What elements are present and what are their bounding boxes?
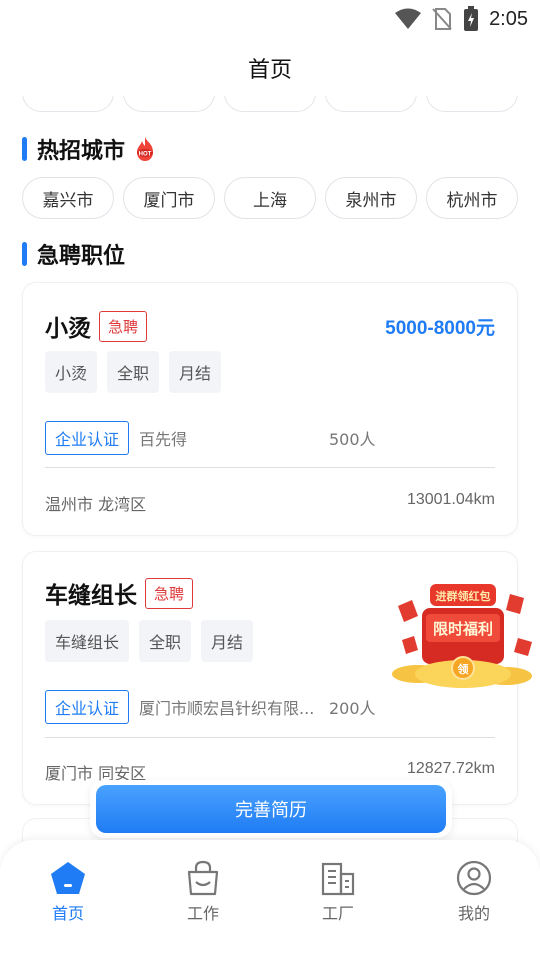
job-title: 小烫 bbox=[45, 316, 91, 342]
battery-icon bbox=[464, 6, 479, 31]
resume-button-container: 完善简历 bbox=[90, 780, 452, 838]
verified-badge: 企业认证 bbox=[45, 421, 130, 455]
card-divider bbox=[45, 737, 495, 738]
location-row: 温州市 龙湾区 13001.04km bbox=[45, 491, 495, 515]
company-name: 厦门市顺宏昌针织有限... bbox=[139, 699, 315, 718]
red-envelope-promo[interactable]: 进群领红包 限时福利 领 bbox=[388, 576, 538, 698]
city-chip[interactable]: 泉州市 bbox=[325, 177, 417, 219]
job-title: 车缝组长 bbox=[45, 583, 137, 609]
home-icon bbox=[51, 862, 85, 894]
hot-flame-icon: HOT bbox=[137, 137, 154, 161]
job-tag: 全职 bbox=[107, 351, 160, 393]
section-accent-bar bbox=[22, 137, 27, 161]
job-tag: 全职 bbox=[139, 620, 192, 662]
category-chip[interactable] bbox=[22, 96, 114, 112]
company-size: 200人 bbox=[329, 699, 376, 718]
status-time: 2:05 bbox=[489, 7, 528, 30]
job-location: 温州市 龙湾区 bbox=[45, 495, 147, 514]
job-tag: 小烫 bbox=[45, 351, 98, 393]
tab-work[interactable]: 工作 bbox=[158, 860, 248, 924]
promo-main-text: 限时福利 bbox=[433, 620, 493, 638]
urgent-jobs-header: 急聘职位 bbox=[22, 238, 125, 270]
section-title: 热招城市 bbox=[37, 139, 126, 164]
wifi-icon bbox=[395, 8, 422, 29]
company-size: 500人 bbox=[329, 430, 376, 449]
job-tags: 小烫 全职 月结 bbox=[45, 351, 222, 393]
card-divider bbox=[45, 467, 495, 468]
job-tag: 月结 bbox=[201, 620, 254, 662]
tab-profile[interactable]: 我的 bbox=[429, 860, 519, 924]
promo-coin-text: 领 bbox=[457, 662, 469, 676]
hot-cities-header: 热招城市 HOT bbox=[22, 133, 157, 165]
urgent-tag: 急聘 bbox=[99, 310, 148, 342]
user-icon bbox=[456, 860, 492, 896]
job-distance: 13001.04km bbox=[406, 491, 495, 508]
bottom-tab-bar: 首页 工作 工厂 我的 bbox=[0, 840, 540, 960]
status-bar: 2:05 bbox=[0, 0, 540, 36]
no-sim-icon bbox=[432, 8, 452, 30]
job-tag: 月结 bbox=[169, 351, 222, 393]
hot-badge-text: HOT bbox=[139, 152, 152, 158]
city-chip[interactable]: 厦门市 bbox=[123, 177, 215, 219]
section-title: 急聘职位 bbox=[37, 244, 126, 269]
company-name: 百先得 bbox=[139, 430, 188, 449]
section-accent-bar bbox=[22, 242, 27, 266]
company-row: 企业认证 百先得 500人 bbox=[45, 421, 497, 455]
city-chip[interactable]: 上海 bbox=[224, 177, 316, 219]
tab-label: 首页 bbox=[51, 904, 84, 923]
job-title-row: 车缝组长 急聘 bbox=[45, 576, 194, 610]
tab-factory[interactable]: 工厂 bbox=[293, 860, 383, 924]
page-title: 首页 bbox=[247, 58, 292, 83]
promo-top-text: 进群领红包 bbox=[436, 589, 491, 603]
tab-home[interactable]: 首页 bbox=[23, 860, 113, 924]
city-chip-row: 嘉兴市 厦门市 上海 泉州市 杭州市 bbox=[22, 177, 518, 219]
scrolled-category-row bbox=[22, 96, 518, 114]
bag-icon bbox=[187, 860, 219, 896]
city-chip[interactable]: 嘉兴市 bbox=[22, 177, 114, 219]
tab-label: 工厂 bbox=[321, 904, 354, 923]
tab-label: 工作 bbox=[186, 904, 219, 923]
category-chip[interactable] bbox=[123, 96, 215, 112]
complete-resume-button[interactable]: 完善简历 bbox=[96, 785, 446, 833]
job-salary: 5000-8000元 bbox=[385, 318, 495, 339]
urgent-tag: 急聘 bbox=[145, 577, 194, 609]
job-title-row: 小烫 急聘 bbox=[45, 309, 148, 343]
job-card[interactable]: 小烫 急聘 5000-8000元 小烫 全职 月结 企业认证 百先得 500人 … bbox=[22, 282, 518, 536]
job-tags: 车缝组长 全职 月结 bbox=[45, 620, 254, 662]
verified-badge: 企业认证 bbox=[45, 690, 130, 724]
building-icon bbox=[321, 862, 355, 896]
city-chip[interactable]: 杭州市 bbox=[426, 177, 518, 219]
job-tag: 车缝组长 bbox=[45, 620, 130, 662]
category-chip[interactable] bbox=[224, 96, 316, 112]
category-chip[interactable] bbox=[325, 96, 417, 112]
status-icons: 2:05 bbox=[395, 6, 528, 32]
tab-label: 我的 bbox=[457, 904, 490, 923]
category-chip[interactable] bbox=[426, 96, 518, 112]
